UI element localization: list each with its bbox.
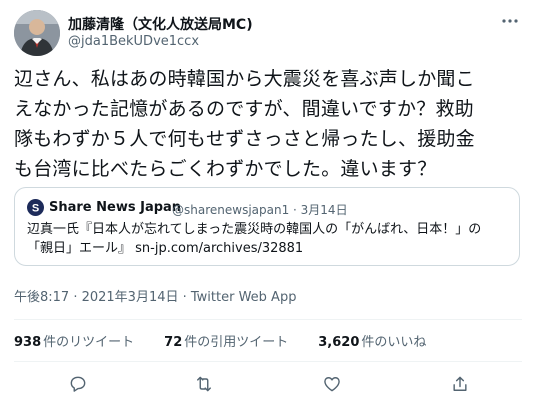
share-button[interactable] [448, 372, 472, 396]
quoted-link[interactable]: sn-jp.com/archives/32881 [135, 241, 303, 256]
retweet-count[interactable]: 938 件のリツイート [14, 331, 134, 350]
quoted-body: 辺真一氏『日本人が忘れてしまった震災時の韓国人の「がんばれ、日本！」の 「親日」… [27, 220, 512, 258]
retweet-count-label: 件のリツイート [43, 334, 135, 350]
quote-tweet-count[interactable]: 72 件の引用ツイート [164, 331, 288, 350]
quoted-body-text: 「親日」エール』 [27, 241, 136, 256]
tweet-line: も台湾に比べたらごくわずかでした。違います？ [14, 158, 437, 180]
author-name[interactable]: 加藤清隆（文化人放送局MC) [68, 14, 253, 34]
share-icon [453, 376, 467, 391]
tweet-line: 隊もわずか５人で何もせずさっさと帰ったし、援助金 [14, 128, 475, 150]
quote-tweet-count-label: 件の引用ツイート [184, 334, 289, 350]
divider [14, 361, 522, 362]
avatar-photo [14, 10, 60, 56]
tweet-text: 辺さん、私はあの時韓国から大震災を喜ぶ声しか聞こ えなかった記憶があるのですが、… [14, 64, 522, 184]
retweet-button[interactable] [192, 372, 216, 396]
tweet-header: 加藤清隆（文化人放送局MC) @jda1BekUDve1ccx [14, 10, 524, 58]
author-handle[interactable]: @jda1BekUDve1ccx [68, 34, 199, 49]
tweet-actions [14, 366, 522, 402]
like-icon [324, 377, 340, 392]
quote-tweet-count-value: 72 [164, 334, 183, 350]
share-news-logo-icon: S [27, 199, 44, 216]
tweet-line: えなかった記憶があるのですが、間違いですか？救助 [14, 98, 474, 120]
quoted-source-name: Share News Japan [49, 200, 182, 215]
like-button[interactable] [320, 372, 344, 396]
quoted-body-line-2: 「親日」エール』 sn-jp.com/archives/32881 [27, 239, 512, 258]
more-icon [502, 19, 518, 23]
tweet-timestamp[interactable]: 午後8:17 · 2021年3月14日 · Twitter Web App [14, 286, 296, 305]
like-count[interactable]: 3,620 件のいいね [318, 331, 426, 350]
avatar[interactable] [14, 10, 60, 56]
tweet-line: 辺さん、私はあの時韓国から大震災を喜ぶ声しか聞こ [14, 68, 475, 90]
retweet-count-value: 938 [14, 334, 42, 350]
divider [14, 319, 522, 320]
reply-icon [70, 376, 86, 392]
more-button[interactable] [498, 12, 522, 30]
retweet-icon [197, 376, 211, 392]
tweet-stats: 938 件のリツイート 72 件の引用ツイート 3,620 件のいいね [14, 322, 522, 358]
like-count-value: 3,620 [318, 334, 360, 350]
like-count-label: 件のいいね [361, 334, 427, 350]
quoted-body-line: 辺真一氏『日本人が忘れてしまった震災時の韓国人の「がんばれ、日本！」の [27, 222, 482, 237]
reply-button[interactable] [66, 372, 90, 396]
quoted-tweet-card[interactable]: S Share News Japan @sharenewsjapan1 · 3月… [14, 187, 520, 266]
quoted-meta: @sharenewsjapan1 · 3月14日 [172, 203, 348, 217]
svg-text:S: S [32, 203, 39, 215]
